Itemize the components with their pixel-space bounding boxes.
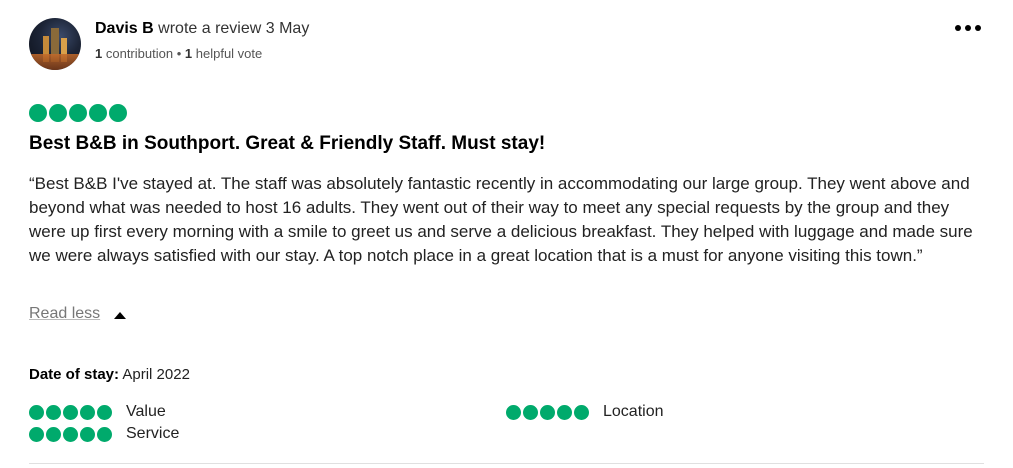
- rating-bubble-icon: [29, 405, 44, 420]
- rating-bubble-icon: [97, 405, 112, 420]
- helpful-label: helpful vote: [195, 46, 263, 61]
- service-rating: [29, 427, 112, 442]
- reviewer-header: Davis B wrote a review 3 May: [95, 20, 309, 38]
- location-rating: [506, 405, 589, 420]
- rating-bubble-icon: [80, 405, 95, 420]
- rating-bubble-icon: [540, 405, 555, 420]
- helpful-count: 1: [184, 46, 193, 61]
- rating-bubble-icon: [97, 427, 112, 442]
- rating-bubble-icon: [63, 405, 78, 420]
- review-rating: [29, 104, 127, 122]
- date-of-stay: Date of stay: April 2022: [29, 366, 190, 383]
- rating-bubble-icon: [69, 104, 87, 122]
- rating-bubble-icon: [49, 104, 67, 122]
- rating-bubble-icon: [46, 427, 61, 442]
- value-rating: [29, 405, 112, 420]
- read-less-link[interactable]: Read less: [29, 305, 100, 323]
- rating-bubble-icon: [523, 405, 538, 420]
- contributions-count: 1: [95, 46, 103, 61]
- contributions-label: contribution: [105, 46, 174, 61]
- reviewer-name[interactable]: Davis B: [95, 20, 154, 37]
- rating-bubble-icon: [506, 405, 521, 420]
- location-rating-label: Location: [603, 403, 664, 420]
- rating-bubble-icon: [574, 405, 589, 420]
- divider: [29, 463, 984, 464]
- rating-bubble-icon: [89, 104, 107, 122]
- service-rating-label: Service: [126, 425, 180, 442]
- rating-bubble-icon: [557, 405, 572, 420]
- reviewer-stats: 1 contribution • 1 helpful vote: [95, 46, 262, 61]
- date-of-stay-label: Date of stay:: [29, 366, 120, 383]
- rating-bubble-icon: [63, 427, 78, 442]
- review-action: wrote a review 3 May: [158, 20, 310, 37]
- rating-bubble-icon: [46, 405, 61, 420]
- caret-up-icon[interactable]: [114, 312, 126, 319]
- rating-bubble-icon: [109, 104, 127, 122]
- stats-separator: •: [176, 46, 182, 61]
- review-title[interactable]: Best B&B in Southport. Great & Friendly …: [29, 133, 545, 155]
- more-options-icon[interactable]: [954, 20, 982, 36]
- rating-bubble-icon: [80, 427, 95, 442]
- reviewer-avatar[interactable]: [29, 18, 81, 70]
- rating-bubble-icon: [29, 427, 44, 442]
- value-rating-label: Value: [126, 403, 166, 420]
- date-of-stay-value: April 2022: [122, 366, 190, 383]
- review-text: “Best B&B I've stayed at. The staff was …: [29, 174, 973, 265]
- rating-bubble-icon: [29, 104, 47, 122]
